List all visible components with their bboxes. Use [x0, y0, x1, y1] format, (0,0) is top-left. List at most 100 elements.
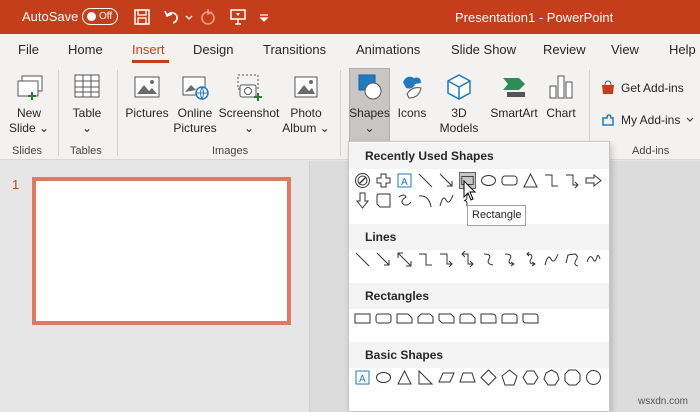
rounded-rectangle-shape-icon[interactable]: [501, 172, 518, 189]
down-arrow-shape-icon[interactable]: [354, 192, 371, 209]
customize-qat-icon[interactable]: [258, 7, 270, 27]
store-icon: [602, 80, 614, 94]
octagon-icon[interactable]: [564, 369, 581, 386]
online-pictures-button[interactable]: Online Pictures: [172, 72, 218, 136]
table-label: Table: [72, 106, 102, 120]
snip-rectangle-shape-icon[interactable]: [375, 192, 392, 209]
slide-thumbnail[interactable]: [32, 177, 291, 325]
basic-oval-icon[interactable]: [375, 369, 392, 386]
diamond-icon[interactable]: [480, 369, 497, 386]
chart-button[interactable]: Chart: [542, 72, 580, 121]
shapes-button[interactable]: Shapes ⌄: [349, 72, 390, 136]
trapezoid-icon[interactable]: [459, 369, 476, 386]
mouse-cursor-icon: [463, 180, 477, 201]
shapes-label: Shapes: [349, 106, 390, 120]
basic-triangle-icon[interactable]: [396, 369, 413, 386]
group-separator: [58, 70, 59, 156]
section-rectangles: Rectangles: [349, 283, 609, 309]
smartart-label: SmartArt: [490, 106, 538, 120]
tab-animations[interactable]: Animations: [356, 42, 420, 57]
tab-design[interactable]: Design: [193, 42, 233, 57]
recent-shapes-row-1: A: [354, 172, 602, 189]
screenshot-button[interactable]: Screenshot ⌄: [218, 72, 280, 136]
rect-icon[interactable]: [354, 310, 371, 327]
curved-connector-icon[interactable]: [480, 251, 497, 268]
addins-icon: [602, 114, 614, 126]
decagon-icon[interactable]: [585, 369, 602, 386]
shapes-gallery: Recently Used Shapes A Lines Rectangles …: [348, 141, 610, 412]
basic-text-box-icon[interactable]: A: [354, 369, 371, 386]
title-bar: AutoSave Off Presentation1 - PowerPoint: [0, 0, 700, 34]
elbow-arrow-connector-shape-icon[interactable]: [564, 172, 581, 189]
pictures-button[interactable]: Pictures: [124, 72, 170, 121]
elbow-double-arrow-icon[interactable]: [459, 251, 476, 268]
arrow-line-shape-icon[interactable]: [438, 172, 455, 189]
online-pictures-label-2: Pictures: [173, 121, 217, 135]
new-slide-button[interactable]: New Slide ⌄: [8, 72, 50, 136]
my-addins-button[interactable]: My Add-ins: [600, 112, 695, 128]
oval-shape-icon[interactable]: [480, 172, 497, 189]
save-icon[interactable]: [132, 7, 152, 27]
freeform-icon[interactable]: [564, 251, 581, 268]
icons-label: Icons: [397, 106, 427, 120]
snip-round-icon[interactable]: [459, 310, 476, 327]
online-pictures-icon: [182, 76, 209, 101]
elbow-connector-icon[interactable]: [417, 251, 434, 268]
tab-home[interactable]: Home: [68, 42, 103, 57]
snip-single-corner-icon[interactable]: [396, 310, 413, 327]
tab-view[interactable]: View: [611, 42, 639, 57]
table-button[interactable]: Table ⌄: [66, 72, 108, 136]
hexagon-icon[interactable]: [522, 369, 539, 386]
group-label-slides: Slides: [12, 145, 42, 157]
arc-shape-icon[interactable]: [417, 192, 434, 209]
freeform-scribble-shape-icon[interactable]: [396, 192, 413, 209]
tab-insert[interactable]: Insert: [132, 42, 165, 57]
line-arrow-icon[interactable]: [375, 251, 392, 268]
smartart-button[interactable]: SmartArt: [487, 72, 541, 121]
text-box-shape-icon[interactable]: A: [396, 172, 413, 189]
round-single-corner-icon[interactable]: [480, 310, 497, 327]
redo-icon[interactable]: [198, 7, 218, 27]
elbow-connector-shape-icon[interactable]: [543, 172, 560, 189]
photo-album-button[interactable]: Photo Album ⌄: [282, 72, 330, 136]
undo-icon[interactable]: [162, 7, 182, 27]
curve-shape-icon[interactable]: [438, 192, 455, 209]
tab-review[interactable]: Review: [543, 42, 586, 57]
no-symbol-shape-icon[interactable]: [354, 172, 371, 189]
tab-slide-show[interactable]: Slide Show: [451, 42, 516, 57]
curved-arrow-connector-icon[interactable]: [501, 251, 518, 268]
icons-icon: [403, 76, 422, 99]
pentagon-icon[interactable]: [501, 369, 518, 386]
snip-same-side-icon[interactable]: [417, 310, 434, 327]
right-triangle-icon[interactable]: [417, 369, 434, 386]
round-diagonal-icon[interactable]: [522, 310, 539, 327]
right-arrow-shape-icon[interactable]: [585, 172, 602, 189]
rectangles-row: [354, 310, 539, 327]
snip-diagonal-icon[interactable]: [438, 310, 455, 327]
triangle-shape-icon[interactable]: [522, 172, 539, 189]
tab-file[interactable]: File: [18, 42, 39, 57]
tab-help[interactable]: Help: [669, 42, 696, 57]
present-icon[interactable]: [228, 7, 248, 27]
line-icon[interactable]: [354, 251, 371, 268]
get-addins-button[interactable]: Get Add-ins: [600, 80, 684, 96]
3d-models-button[interactable]: 3D Models ⌄: [433, 72, 485, 151]
curved-double-arrow-icon[interactable]: [522, 251, 539, 268]
group-separator: [340, 70, 341, 156]
elbow-arrow-icon[interactable]: [438, 251, 455, 268]
new-slide-label-1: New: [16, 106, 41, 120]
plus-shape-icon[interactable]: [375, 172, 392, 189]
tab-transitions[interactable]: Transitions: [263, 42, 326, 57]
icons-button[interactable]: Icons: [393, 72, 431, 121]
parallelogram-icon[interactable]: [438, 369, 455, 386]
new-slide-label-2: Slide ⌄: [8, 121, 50, 135]
undo-dropdown-icon[interactable]: [184, 7, 194, 27]
line-double-arrow-icon[interactable]: [396, 251, 413, 268]
scribble-icon[interactable]: [585, 251, 602, 268]
curve-icon[interactable]: [543, 251, 560, 268]
heptagon-icon[interactable]: [543, 369, 560, 386]
round-same-side-icon[interactable]: [501, 310, 518, 327]
line-shape-icon[interactable]: [417, 172, 434, 189]
autosave-toggle[interactable]: Off: [82, 8, 118, 25]
rounded-rect-icon[interactable]: [375, 310, 392, 327]
